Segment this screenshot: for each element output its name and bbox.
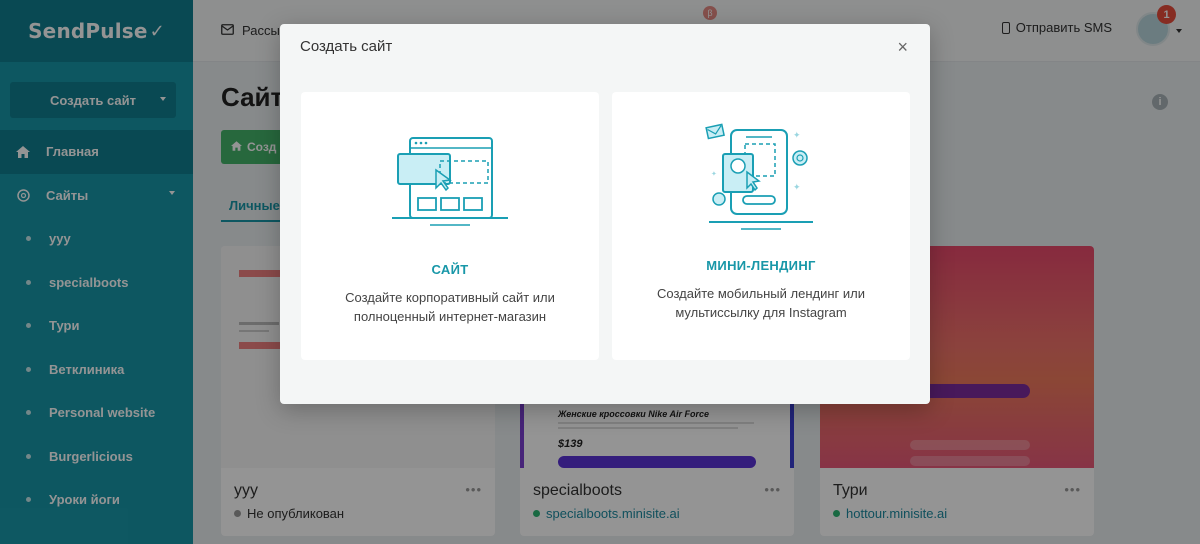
option-site[interactable]: САЙТ Создайте корпоративный сайт или пол… — [301, 92, 599, 360]
create-site-modal: Создать сайт × САЙТ Создайте корпоративн… — [280, 24, 930, 404]
option-mini-landing-desc-line1: Создайте мобильный лендинг или — [657, 286, 865, 301]
option-site-title: САЙТ — [431, 262, 469, 277]
svg-text:✦: ✦ — [793, 183, 801, 193]
mobile-landing-illustration-icon: ✦ ✦ ✦ — [705, 123, 813, 230]
modal-title: Создать сайт — [300, 38, 393, 55]
option-mini-landing[interactable]: ✦ ✦ ✦ МИНИ-ЛЕНДИНГ Создайте мобильный ле… — [612, 92, 910, 360]
option-mini-landing-title: МИНИ-ЛЕНДИНГ — [706, 258, 816, 273]
option-site-desc-line1: Создайте корпоративный сайт или — [345, 290, 555, 305]
option-site-desc-line2: полноценный интернет-магазин — [353, 309, 547, 324]
option-mini-landing-desc-line2: мультиссылку для Instagram — [675, 305, 847, 320]
close-icon[interactable]: × — [897, 38, 908, 56]
website-illustration-icon — [392, 137, 508, 226]
svg-text:✦: ✦ — [793, 131, 801, 141]
svg-text:✦: ✦ — [711, 170, 717, 178]
